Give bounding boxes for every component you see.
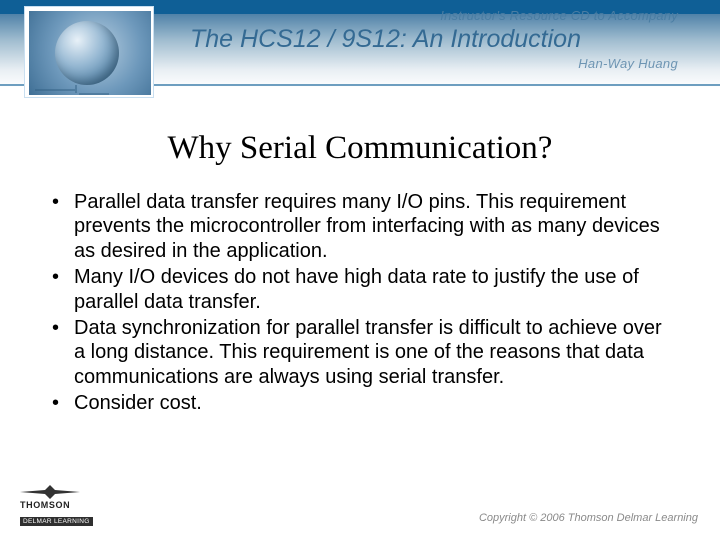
publisher-imprint: DELMAR LEARNING [20,517,93,526]
book-title-prefix: The [190,25,240,53]
list-item: Data synchronization for parallel transf… [48,316,678,389]
header-band: Instructor's Resource CD to Accompany Th… [0,0,720,96]
list-item: Many I/O devices do not have high data r… [48,265,678,314]
header-text-block: Instructor's Resource CD to Accompany Th… [190,8,700,71]
body-content: Parallel data transfer requires many I/O… [48,190,678,418]
globe-logo [24,6,154,98]
page-title: Why Serial Communication? [0,130,720,167]
list-item: Consider cost. [48,391,678,415]
publisher-logo: THOMSON DELMAR LEARNING [20,485,93,528]
list-item: Parallel data transfer requires many I/O… [48,190,678,263]
slide: Instructor's Resource CD to Accompany Th… [0,0,720,540]
bullet-list: Parallel data transfer requires many I/O… [48,190,678,416]
publisher-brand: THOMSON [20,500,93,510]
author: Han-Way Huang [190,54,700,71]
footer: THOMSON DELMAR LEARNING Copyright © 2006… [0,496,720,532]
tagline: Instructor's Resource CD to Accompany [190,8,700,23]
book-title-main: HCS12 / 9S12: An Introduction [240,25,581,53]
globe-icon [29,11,151,95]
book-title: The HCS12 / 9S12: An Introduction [190,23,700,54]
star-icon [20,485,80,499]
copyright: Copyright © 2006 Thomson Delmar Learning [479,512,698,524]
